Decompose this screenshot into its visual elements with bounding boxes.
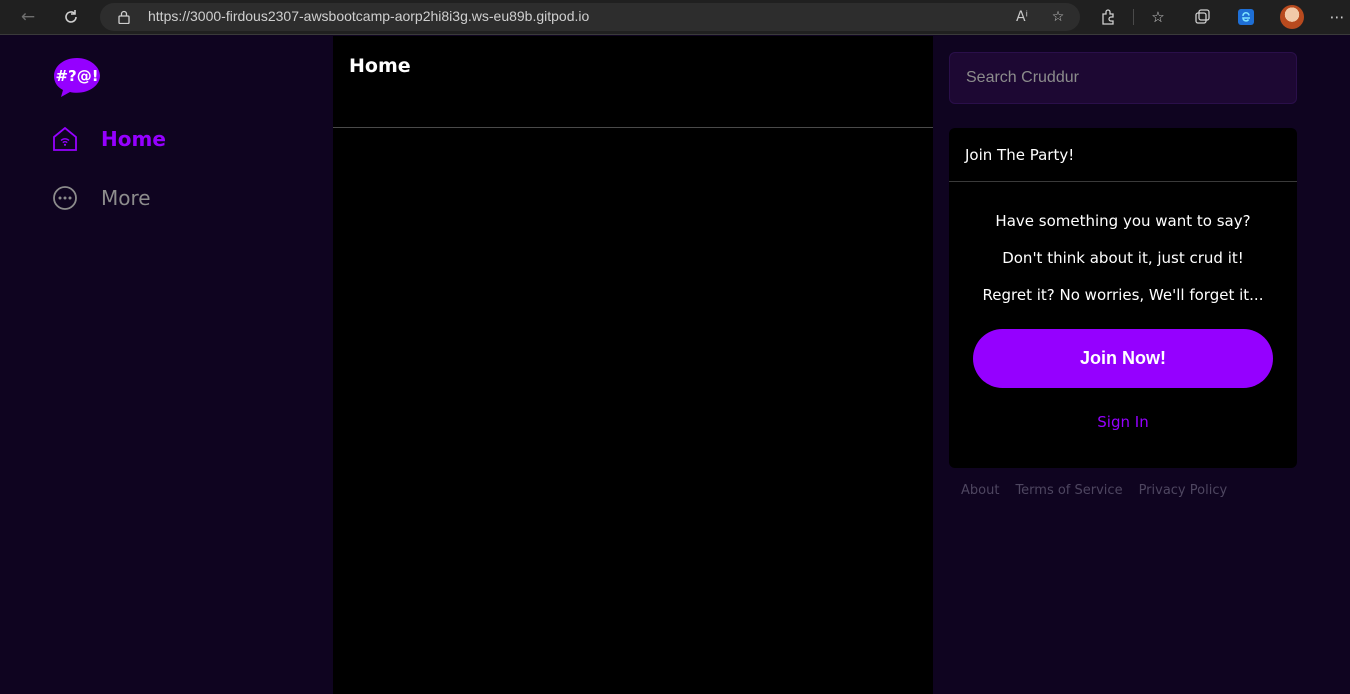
- more-circle-icon: [53, 186, 77, 210]
- back-button[interactable]: ←: [15, 5, 41, 29]
- left-sidebar: #?@! Home More: [0, 36, 333, 694]
- divider: [949, 181, 1297, 182]
- read-aloud-icon[interactable]: Aⁱ: [1012, 7, 1032, 27]
- search-input[interactable]: [949, 52, 1297, 104]
- refresh-icon: [65, 10, 77, 23]
- join-card: Join The Party! Have something you want …: [949, 128, 1297, 468]
- favorites-icon[interactable]: ☆: [1147, 6, 1169, 28]
- sidebar-item-label: More: [101, 186, 151, 210]
- join-card-text: Regret it? No worries, We'll forget it..…: [982, 286, 1264, 304]
- sidebar-item-more[interactable]: More: [52, 182, 151, 214]
- cruddur-app: #?@! Home More Home Joi: [0, 36, 1350, 694]
- join-card-text: Don't think about it, just crud it!: [1002, 249, 1244, 267]
- more-horizontal-icon[interactable]: ⋯: [1326, 6, 1348, 28]
- address-bar[interactable]: https://3000-firdous2307-awsbootcamp-aor…: [100, 3, 1080, 31]
- avatar[interactable]: [1280, 5, 1304, 29]
- footer-links: About Terms of Service Privacy Policy: [961, 483, 1243, 498]
- sidebar-item-label: Home: [101, 127, 166, 151]
- logo-text: #?@!: [55, 67, 98, 85]
- browser-toolbar: ← https://3000-firdous2307-awsbootcamp-a…: [0, 0, 1350, 35]
- right-sidebar: Join The Party! Have something you want …: [933, 36, 1350, 694]
- refresh-button[interactable]: [58, 5, 84, 29]
- footer-link-privacy[interactable]: Privacy Policy: [1139, 483, 1228, 498]
- toolbar-divider: [1133, 9, 1134, 25]
- sidebar-item-home[interactable]: Home: [52, 123, 166, 155]
- collections-icon[interactable]: [1191, 6, 1213, 28]
- feed-header: Home: [333, 36, 933, 128]
- join-card-text: Have something you want to say?: [995, 212, 1251, 230]
- lock-icon: [118, 10, 130, 24]
- url-text[interactable]: https://3000-firdous2307-awsbootcamp-aor…: [148, 8, 589, 24]
- cruddur-logo[interactable]: #?@!: [52, 56, 102, 98]
- main-feed: Home: [333, 36, 933, 694]
- page-title: Home: [349, 55, 411, 77]
- star-add-icon[interactable]: ☆: [1048, 7, 1068, 27]
- footer-link-about[interactable]: About: [961, 483, 999, 498]
- sign-in-link[interactable]: Sign In: [949, 413, 1297, 431]
- footer-link-terms[interactable]: Terms of Service: [1015, 483, 1122, 498]
- edge-icon[interactable]: [1235, 6, 1257, 28]
- puzzle-icon[interactable]: [1098, 6, 1120, 28]
- join-now-button[interactable]: Join Now!: [973, 329, 1273, 388]
- join-card-title: Join The Party!: [965, 146, 1075, 164]
- home-icon: [53, 126, 77, 151]
